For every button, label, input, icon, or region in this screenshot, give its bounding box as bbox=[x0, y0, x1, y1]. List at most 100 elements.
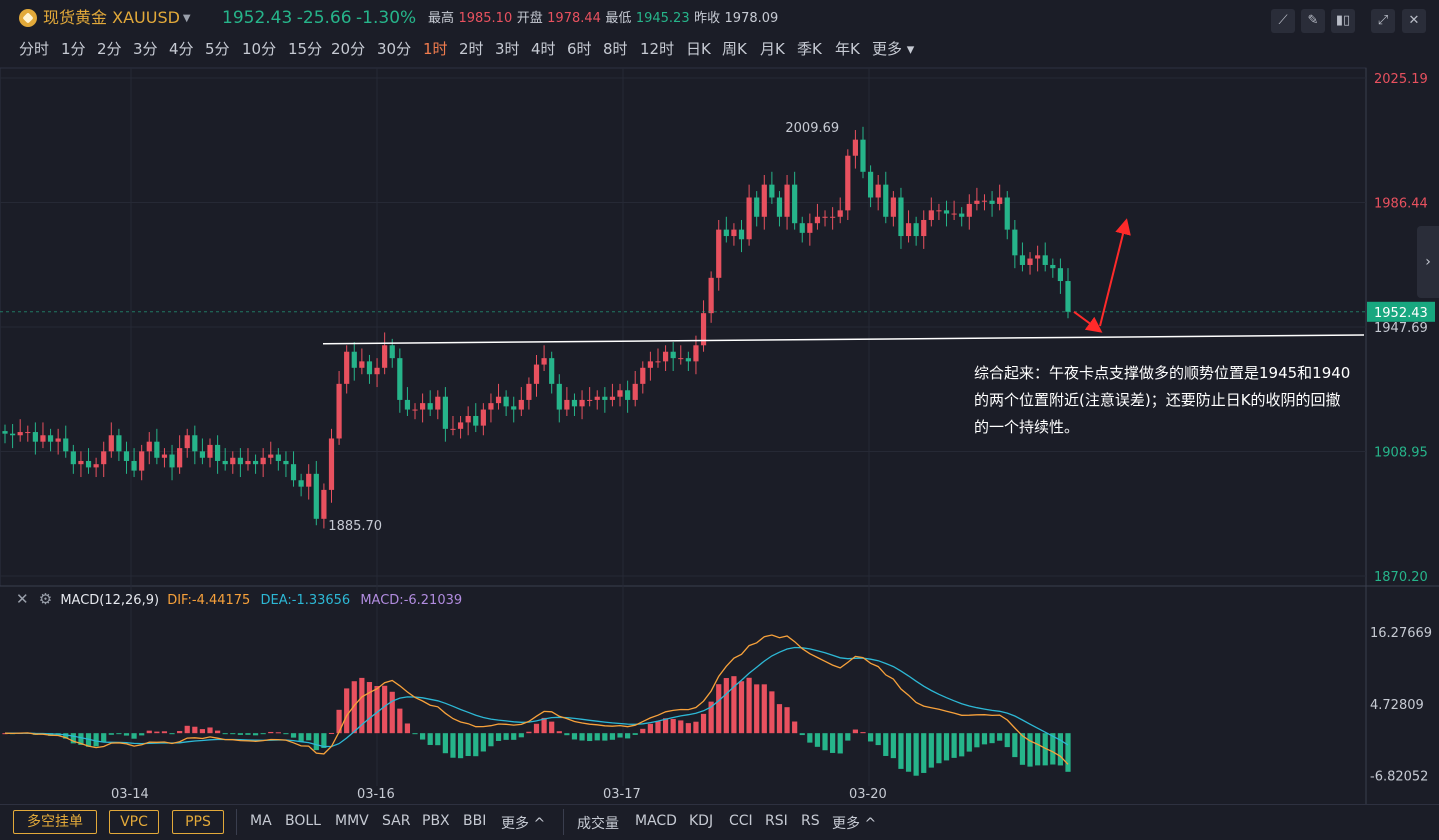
indicator-rs[interactable]: RS bbox=[801, 813, 820, 829]
macd-histogram-bar bbox=[412, 733, 418, 735]
indicator-boll[interactable]: BOLL bbox=[285, 813, 321, 829]
candle-body bbox=[898, 197, 904, 237]
candle-body bbox=[746, 197, 752, 240]
candle-body bbox=[928, 210, 934, 220]
indicator-bbi[interactable]: BBI bbox=[463, 813, 486, 829]
candle-body bbox=[245, 460, 251, 465]
indicator-pbx[interactable]: PBX bbox=[422, 813, 450, 829]
candle-body bbox=[814, 216, 821, 224]
candle-body bbox=[883, 184, 889, 217]
indicator-rsi[interactable]: RSI bbox=[765, 813, 788, 829]
candle-body bbox=[830, 216, 836, 218]
macd-histogram-bar bbox=[647, 723, 653, 734]
macd-title: MACD(12,26,9) bbox=[60, 593, 160, 608]
candle-body bbox=[404, 399, 411, 410]
macd-histogram-bar bbox=[146, 730, 152, 734]
candle-body bbox=[959, 213, 965, 217]
indicator-mmv[interactable]: MMV bbox=[335, 813, 369, 829]
candle-body bbox=[32, 432, 38, 442]
candle-body bbox=[647, 361, 653, 368]
macd-histogram-bar bbox=[374, 685, 380, 734]
macd-histogram-bar bbox=[382, 685, 388, 734]
indicator-ma[interactable]: MA bbox=[250, 813, 272, 829]
indicator-volume[interactable]: 成交量 bbox=[577, 813, 619, 833]
analysis-annotation: 综合起来：午夜卡点支撑做多的顺势位置是1945和1940的两个位置附近(注意误差… bbox=[974, 364, 1351, 436]
macd-histogram-bar bbox=[974, 733, 980, 748]
support-trendline bbox=[322, 334, 1365, 345]
candle-body bbox=[769, 184, 775, 198]
candle-body bbox=[594, 396, 600, 400]
candle-body bbox=[526, 383, 532, 400]
macd-header: ✕ ⚙ MACD(12,26,9) DIF:-4.44175 DEA:-1.33… bbox=[16, 589, 462, 609]
indicator-cci[interactable]: CCI bbox=[729, 813, 753, 829]
candle-body bbox=[313, 473, 319, 519]
macd-histogram-bar bbox=[556, 731, 562, 734]
more-sub-indicators[interactable]: 更多 ^ bbox=[832, 813, 876, 833]
long-short-order-button[interactable]: 多空挂单 bbox=[13, 810, 97, 834]
candle-body bbox=[382, 345, 388, 368]
macd-histogram-bar bbox=[716, 684, 722, 734]
macd-histogram-bar bbox=[784, 707, 790, 734]
macd-histogram-bar bbox=[845, 733, 851, 741]
macd-y-tick-label: 4.72809 bbox=[1370, 698, 1424, 713]
macd-histogram-bar bbox=[905, 733, 912, 772]
candle-body bbox=[754, 197, 760, 217]
pps-button[interactable]: PPS bbox=[172, 810, 224, 834]
macd-histogram-bar bbox=[761, 684, 767, 734]
macd-histogram-bar bbox=[966, 733, 972, 752]
x-tick-label: 03-14 bbox=[111, 787, 149, 802]
candle-body bbox=[275, 454, 281, 461]
candle-body bbox=[807, 223, 813, 233]
candle-body bbox=[260, 457, 266, 465]
candle-body bbox=[511, 406, 517, 410]
macd-histogram-bar bbox=[670, 718, 676, 734]
more-main-indicators[interactable]: 更多 ^ bbox=[501, 813, 545, 833]
macd-histogram-bar bbox=[397, 708, 403, 734]
candle-body bbox=[473, 415, 479, 426]
indicator-bar: 多空挂单 VPC PPS MA BOLL MMV SAR PBX BBI 更多 … bbox=[0, 804, 1439, 840]
candle-body bbox=[366, 361, 373, 375]
candle-body bbox=[951, 213, 957, 215]
macd-dif: DIF:-4.44175 bbox=[167, 593, 251, 608]
macd-histogram-bar bbox=[609, 733, 616, 740]
indicator-macd[interactable]: MACD bbox=[635, 813, 677, 829]
macd-histogram-bar bbox=[268, 731, 274, 734]
macd-histogram-bar bbox=[852, 729, 858, 734]
candle-body bbox=[344, 351, 350, 384]
y-tick-label: 1947.69 bbox=[1374, 321, 1428, 336]
macd-histogram-bar bbox=[1019, 733, 1026, 765]
candle-body bbox=[47, 435, 54, 442]
macd-histogram-bar bbox=[199, 729, 206, 734]
macd-histogram-bar bbox=[435, 733, 441, 746]
macd-histogram-bar bbox=[457, 733, 464, 759]
candle-body bbox=[670, 351, 676, 359]
candle-body bbox=[655, 361, 661, 363]
candle-body bbox=[420, 403, 426, 410]
macd-histogram-bar bbox=[913, 733, 919, 776]
macd-histogram-bar bbox=[587, 733, 593, 742]
chevron-right-icon[interactable]: › bbox=[1417, 226, 1439, 298]
macd-histogram-bar bbox=[1057, 733, 1064, 766]
x-tick-label: 03-20 bbox=[849, 787, 887, 802]
candle-body bbox=[503, 396, 509, 407]
gear-icon[interactable]: ⚙ bbox=[39, 590, 52, 608]
indicator-sar[interactable]: SAR bbox=[382, 813, 410, 829]
candle-body bbox=[161, 454, 168, 458]
macd-histogram-bar bbox=[632, 733, 638, 735]
candle-body bbox=[9, 433, 16, 436]
candle-body bbox=[412, 409, 418, 411]
macd-histogram-bar bbox=[184, 725, 190, 734]
macd-histogram-bar bbox=[807, 733, 813, 743]
close-icon[interactable]: ✕ bbox=[16, 590, 29, 608]
candle-body bbox=[146, 441, 152, 452]
vpc-button[interactable]: VPC bbox=[109, 810, 159, 834]
indicator-kdj[interactable]: KDJ bbox=[689, 813, 713, 829]
macd-histogram-bar bbox=[290, 733, 297, 738]
y-tick-label: 1908.95 bbox=[1374, 445, 1428, 460]
macd-histogram-bar bbox=[518, 733, 524, 738]
candle-body bbox=[397, 358, 403, 400]
candle-body bbox=[268, 454, 274, 458]
candle-body bbox=[602, 396, 608, 400]
candle-body bbox=[731, 229, 737, 237]
candle-body bbox=[78, 460, 84, 465]
